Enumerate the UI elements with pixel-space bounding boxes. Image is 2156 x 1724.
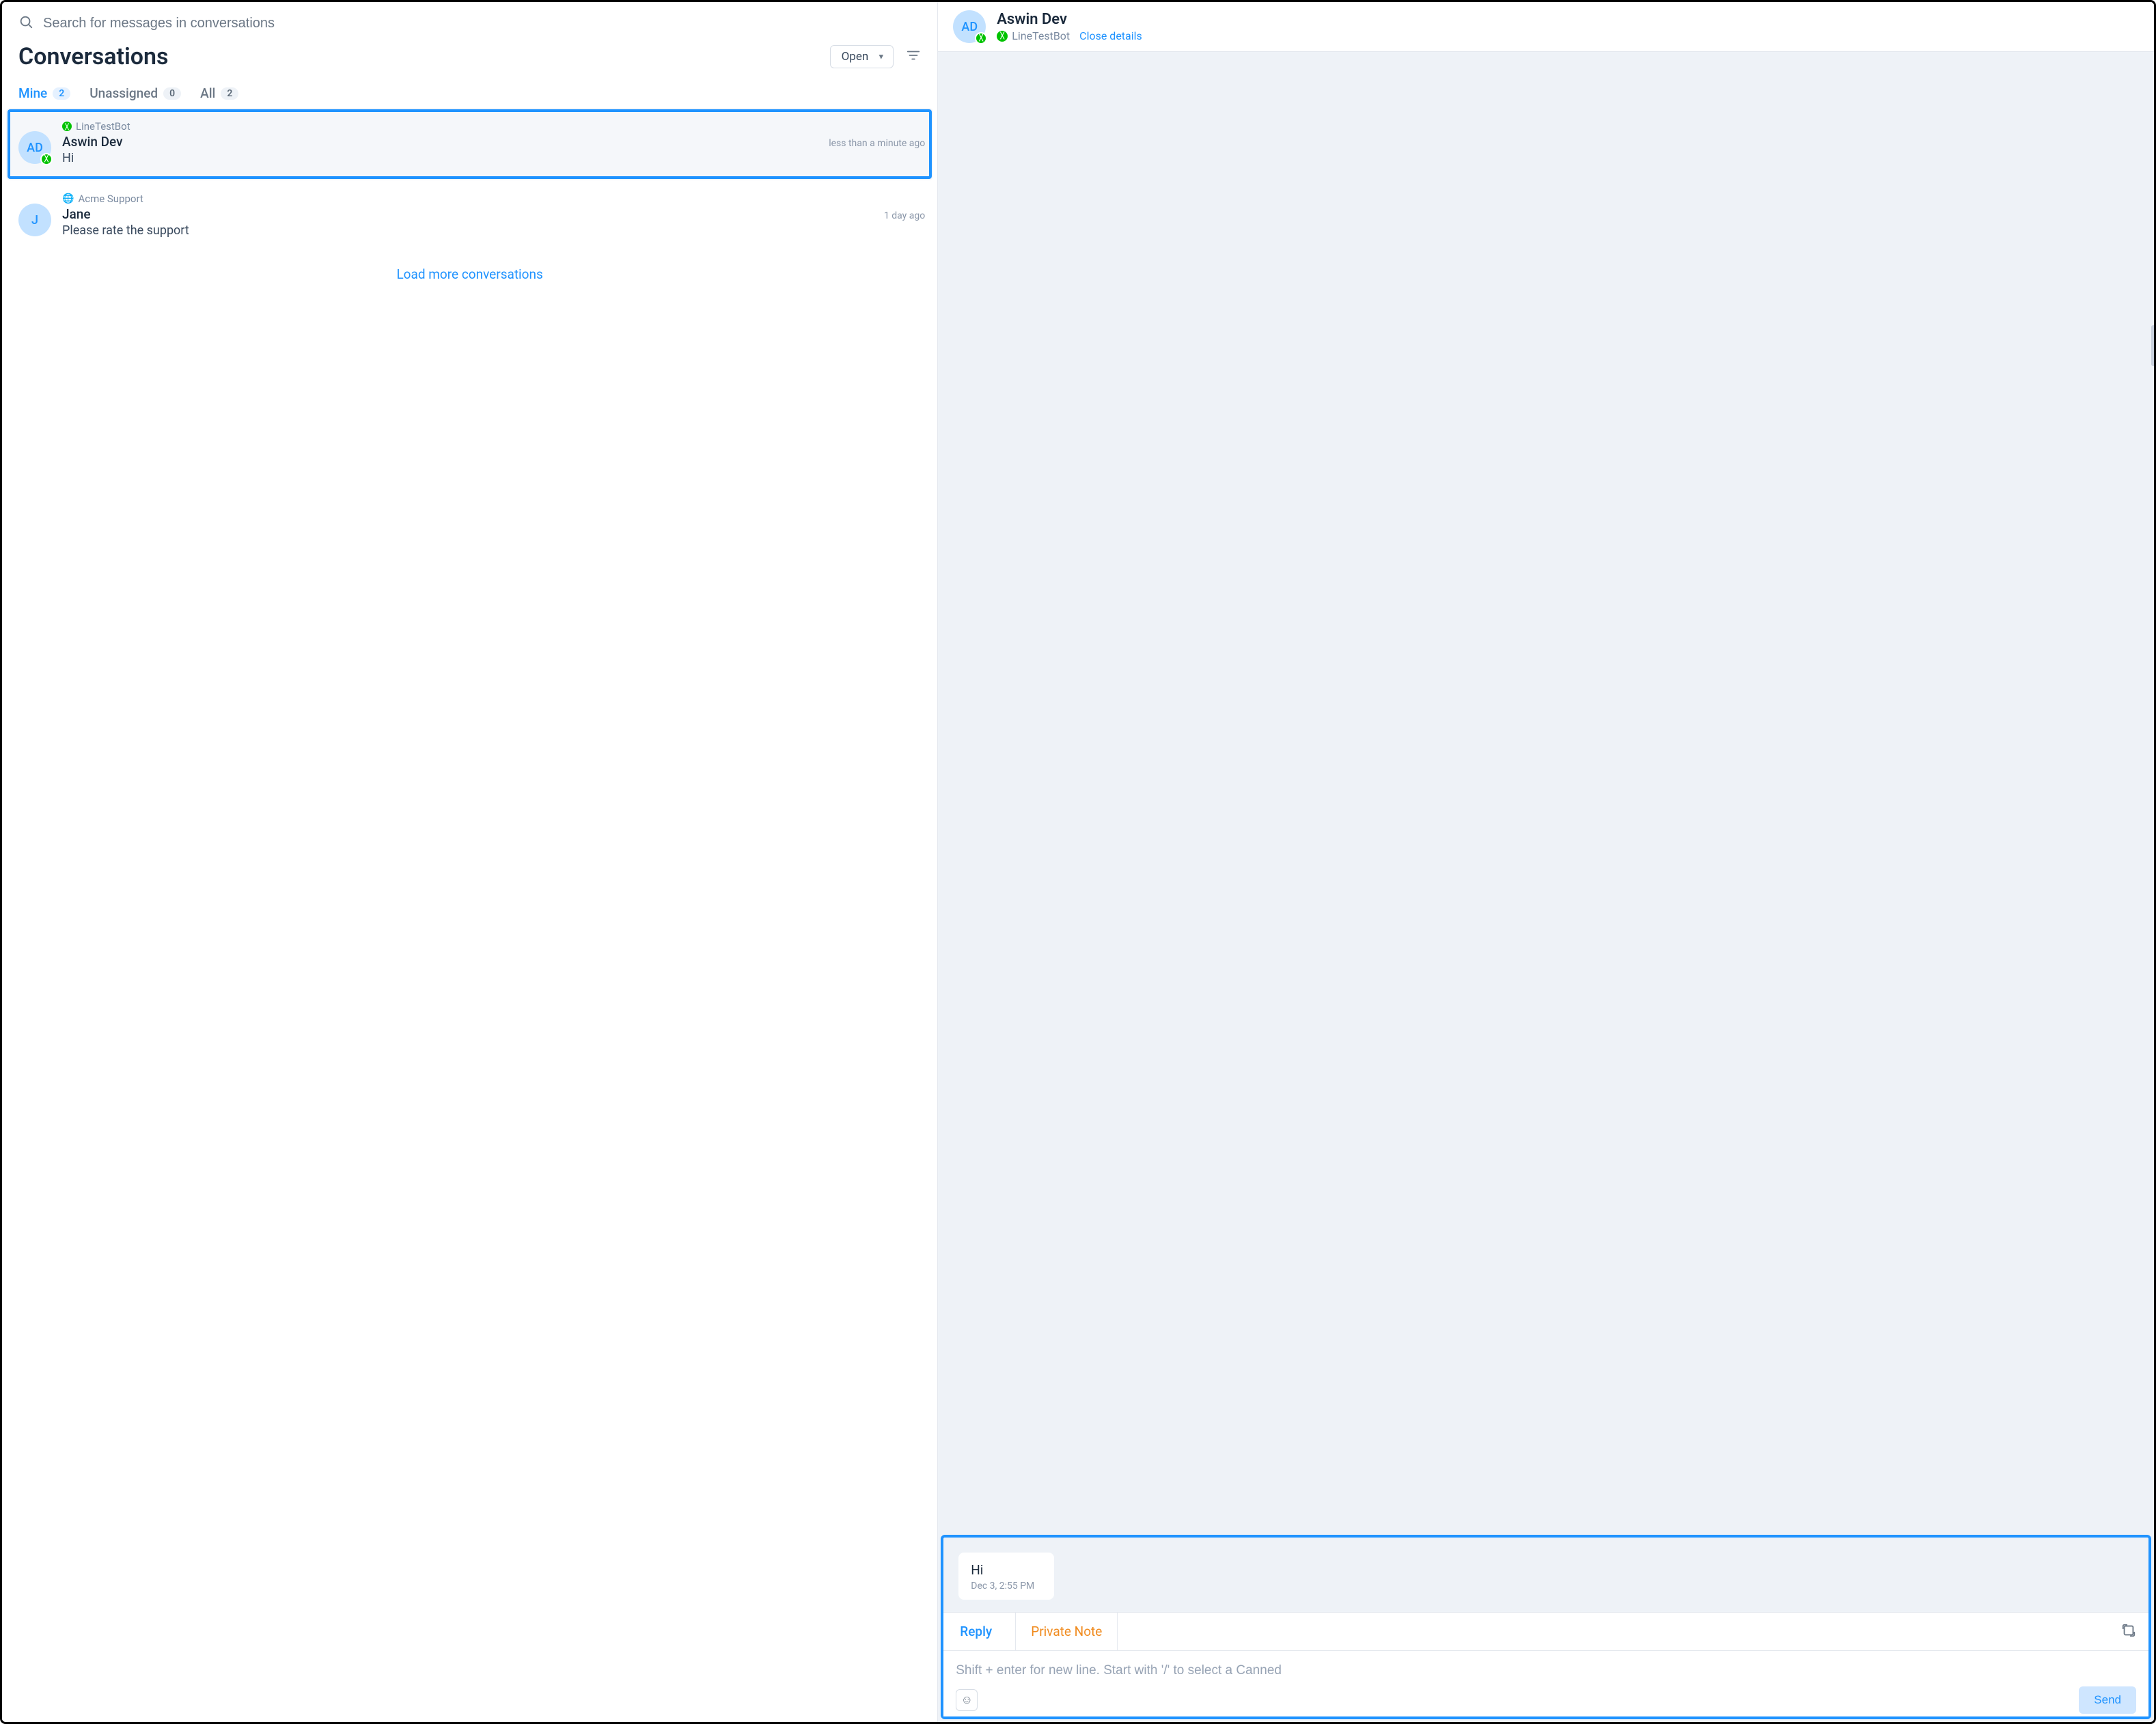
header-texts: Aswin Dev ╳ LineTestBot Close details xyxy=(997,11,1142,42)
line-chip-icon: ╳ xyxy=(62,122,72,131)
filter-icon[interactable] xyxy=(906,48,921,66)
conversation-detail-pane: AD ╳ Aswin Dev ╳ LineTestBot Close detai… xyxy=(938,2,2154,1722)
tab-all[interactable]: All 2 xyxy=(200,83,238,104)
search-input[interactable] xyxy=(43,16,921,31)
line-channel-badge-icon: ╳ xyxy=(975,32,987,44)
emoji-button[interactable]: ☺ xyxy=(956,1689,978,1711)
search-row xyxy=(2,2,937,39)
conversation-channel: ╳ LineTestBot xyxy=(62,120,925,133)
message-bubble: Hi Dec 3, 2:55 PM xyxy=(958,1553,1054,1600)
conversation-time: less than a minute ago xyxy=(829,138,925,149)
conversation-name: Aswin Dev xyxy=(62,134,123,150)
composer-tab-private-note[interactable]: Private Note xyxy=(1015,1613,1118,1650)
conversation-channel-label: LineTestBot xyxy=(76,120,130,133)
conversations-pane: Conversations Open Mine 2 Unassigned 0 A… xyxy=(2,2,938,1722)
conversation-preview: Hi xyxy=(62,151,925,165)
messages-area: Hi Dec 3, 2:55 PM Reply Private Note xyxy=(938,52,2154,1722)
conversation-tabs: Mine 2 Unassigned 0 All 2 xyxy=(2,83,937,108)
header-subline: ╳ LineTestBot Close details xyxy=(997,29,1142,42)
page-title: Conversations xyxy=(18,43,169,70)
composer-tab-reply[interactable]: Reply xyxy=(956,1613,996,1650)
conversation-item[interactable]: AD ╳ ╳ LineTestBot Aswin Dev less than a… xyxy=(6,108,933,180)
avatar-initials: AD xyxy=(27,141,43,155)
tab-all-label: All xyxy=(200,85,215,101)
avatar: AD ╳ xyxy=(18,131,51,164)
message-row: Hi Dec 3, 2:55 PM xyxy=(943,1538,2148,1612)
conversation-body: 🌐 Acme Support Jane 1 day ago Please rat… xyxy=(62,193,925,238)
search-icon xyxy=(18,14,33,32)
conversation-name-row: Aswin Dev less than a minute ago xyxy=(62,134,925,150)
tab-mine[interactable]: Mine 2 xyxy=(18,83,70,104)
avatar: AD ╳ xyxy=(953,10,986,43)
conversation-name-row: Jane 1 day ago xyxy=(62,206,925,222)
composer-tabs: Reply Private Note xyxy=(943,1612,2148,1651)
message-timestamp: Dec 3, 2:55 PM xyxy=(971,1581,1042,1591)
tab-unassigned-label: Unassigned xyxy=(89,85,158,101)
app-root: Conversations Open Mine 2 Unassigned 0 A… xyxy=(0,0,2156,1724)
title-actions: Open xyxy=(830,45,922,68)
conversation-channel-label: Acme Support xyxy=(78,193,143,205)
conversation-time: 1 day ago xyxy=(884,210,925,221)
status-filter-select[interactable]: Open xyxy=(830,45,894,68)
line-channel-badge-icon: ╳ xyxy=(40,153,53,165)
avatar-initials: J xyxy=(31,213,38,227)
scrollbar[interactable] xyxy=(2151,325,2155,366)
composer-actions: ☺ Send xyxy=(943,1684,2148,1716)
emoji-icon: ☺ xyxy=(961,1693,973,1707)
conversation-channel: 🌐 Acme Support xyxy=(62,193,925,205)
composer-input[interactable] xyxy=(956,1663,2136,1678)
conversation-item[interactable]: J 🌐 Acme Support Jane 1 day ago Please r… xyxy=(2,180,937,253)
tab-mine-label: Mine xyxy=(18,85,47,101)
close-details-link[interactable]: Close details xyxy=(1079,29,1142,42)
avatar-initials: AD xyxy=(961,20,978,34)
tab-unassigned[interactable]: Unassigned 0 xyxy=(89,83,181,104)
globe-icon: 🌐 xyxy=(62,193,74,204)
load-more-conversations[interactable]: Load more conversations xyxy=(2,253,937,303)
tab-all-count: 2 xyxy=(221,87,238,100)
conversation-header: AD ╳ Aswin Dev ╳ LineTestBot Close detai… xyxy=(938,2,2154,52)
tab-mine-count: 2 xyxy=(53,87,70,100)
tab-unassigned-count: 0 xyxy=(163,87,181,100)
title-row: Conversations Open xyxy=(2,39,937,83)
header-channel: ╳ LineTestBot xyxy=(997,29,1070,42)
expand-icon[interactable] xyxy=(2121,1623,2136,1641)
message-text: Hi xyxy=(971,1562,1042,1578)
conversation-body: ╳ LineTestBot Aswin Dev less than a minu… xyxy=(62,120,925,165)
conversation-name: Jane xyxy=(62,206,91,222)
line-chip-icon: ╳ xyxy=(997,31,1008,42)
conversation-list: AD ╳ ╳ LineTestBot Aswin Dev less than a… xyxy=(2,108,937,1722)
header-contact-name: Aswin Dev xyxy=(997,11,1142,28)
composer xyxy=(943,1651,2148,1684)
send-button[interactable]: Send xyxy=(2079,1686,2136,1714)
status-filter-value: Open xyxy=(842,50,869,64)
header-channel-label: LineTestBot xyxy=(1012,29,1070,42)
avatar: J xyxy=(18,204,51,236)
highlighted-composer-region: Hi Dec 3, 2:55 PM Reply Private Note xyxy=(941,1535,2151,1719)
conversation-preview: Please rate the support xyxy=(62,223,925,238)
